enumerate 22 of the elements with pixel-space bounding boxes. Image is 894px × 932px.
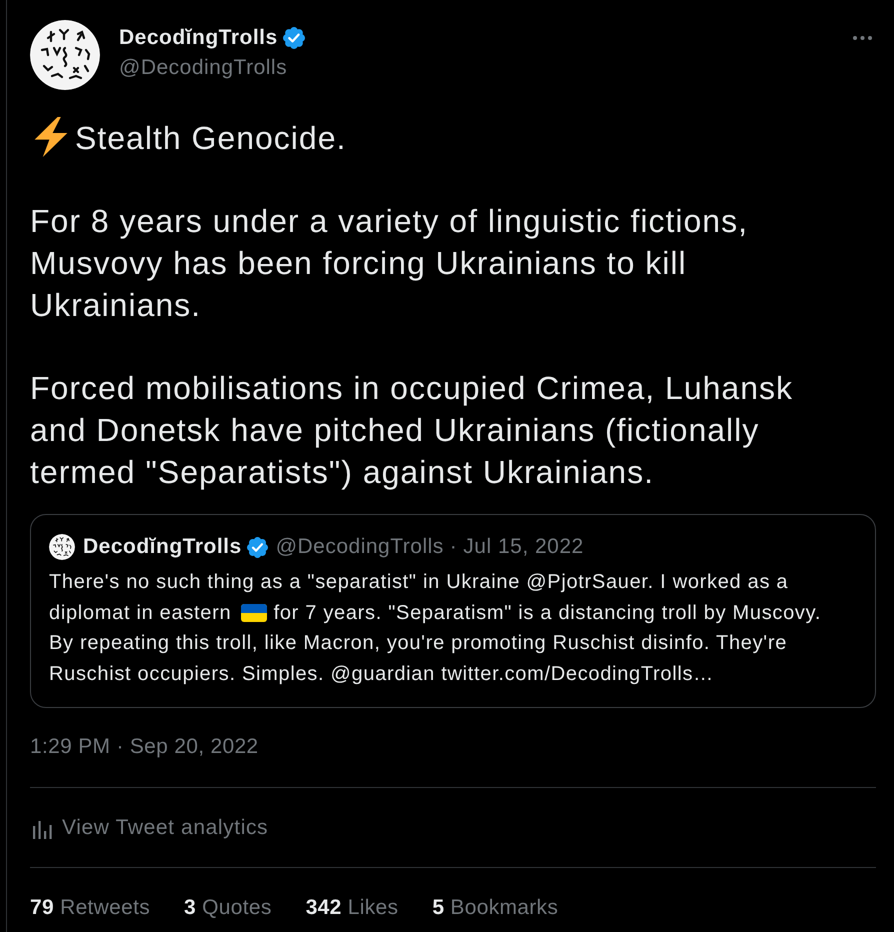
user-handle[interactable]: @DecodingTrolls <box>119 55 305 81</box>
tweet-text: For 8 years under a variety of linguistic fictions, Musvovy has been forcing Ukrainians to kill Ukrainians. <box>30 202 749 325</box>
tweet-text: Stealth Genocide. <box>75 120 346 156</box>
avatar[interactable] <box>30 20 100 90</box>
display-name: DecodĭngTrolls <box>83 534 242 560</box>
stat-link[interactable]: 342 Likes <box>306 896 398 920</box>
quoted-tweet-text: for 7 years. "Separatism" is a distancing troll by Muscovy. <box>274 602 822 624</box>
more-options-icon[interactable] <box>853 36 872 40</box>
quoted-tweet-text: There's no such thing as a "separatist" in Ukraine @PjotrSauer. I worked as a <box>49 571 788 594</box>
view-analytics-button[interactable]: View Tweet analytics <box>30 816 268 840</box>
timestamp[interactable]: 1:29 PM · Sep 20, 2022 <box>30 735 258 760</box>
display-name[interactable]: DecodĭngTrolls <box>119 25 278 51</box>
stat-link[interactable]: 79 Retweets <box>30 896 150 920</box>
user-handle: @DecodingTrolls <box>276 534 444 560</box>
separator-dot: · <box>450 534 458 560</box>
quoted-tweet-text: By repeating this troll, like Macron, you're promoting Ruschist disinfo. They're Ruschist occupiers. Simples. @guardian twitter.com/DecodingTrolls… <box>49 632 788 685</box>
stat-link[interactable]: 3 Quotes <box>184 896 272 920</box>
quoted-tweet-text: diplomat in eastern <box>49 602 232 624</box>
stat-link[interactable]: 5 Bookmarks <box>432 896 558 920</box>
tweet-text: Forced mobilisations in occupied Crimea, Luhansk and Donetsk have pitched Ukrainians (fictionally termed "Separatists") against Ukrainians. <box>30 369 794 492</box>
lightning-icon <box>33 117 69 157</box>
post-date: Jul 15, 2022 <box>463 534 584 560</box>
